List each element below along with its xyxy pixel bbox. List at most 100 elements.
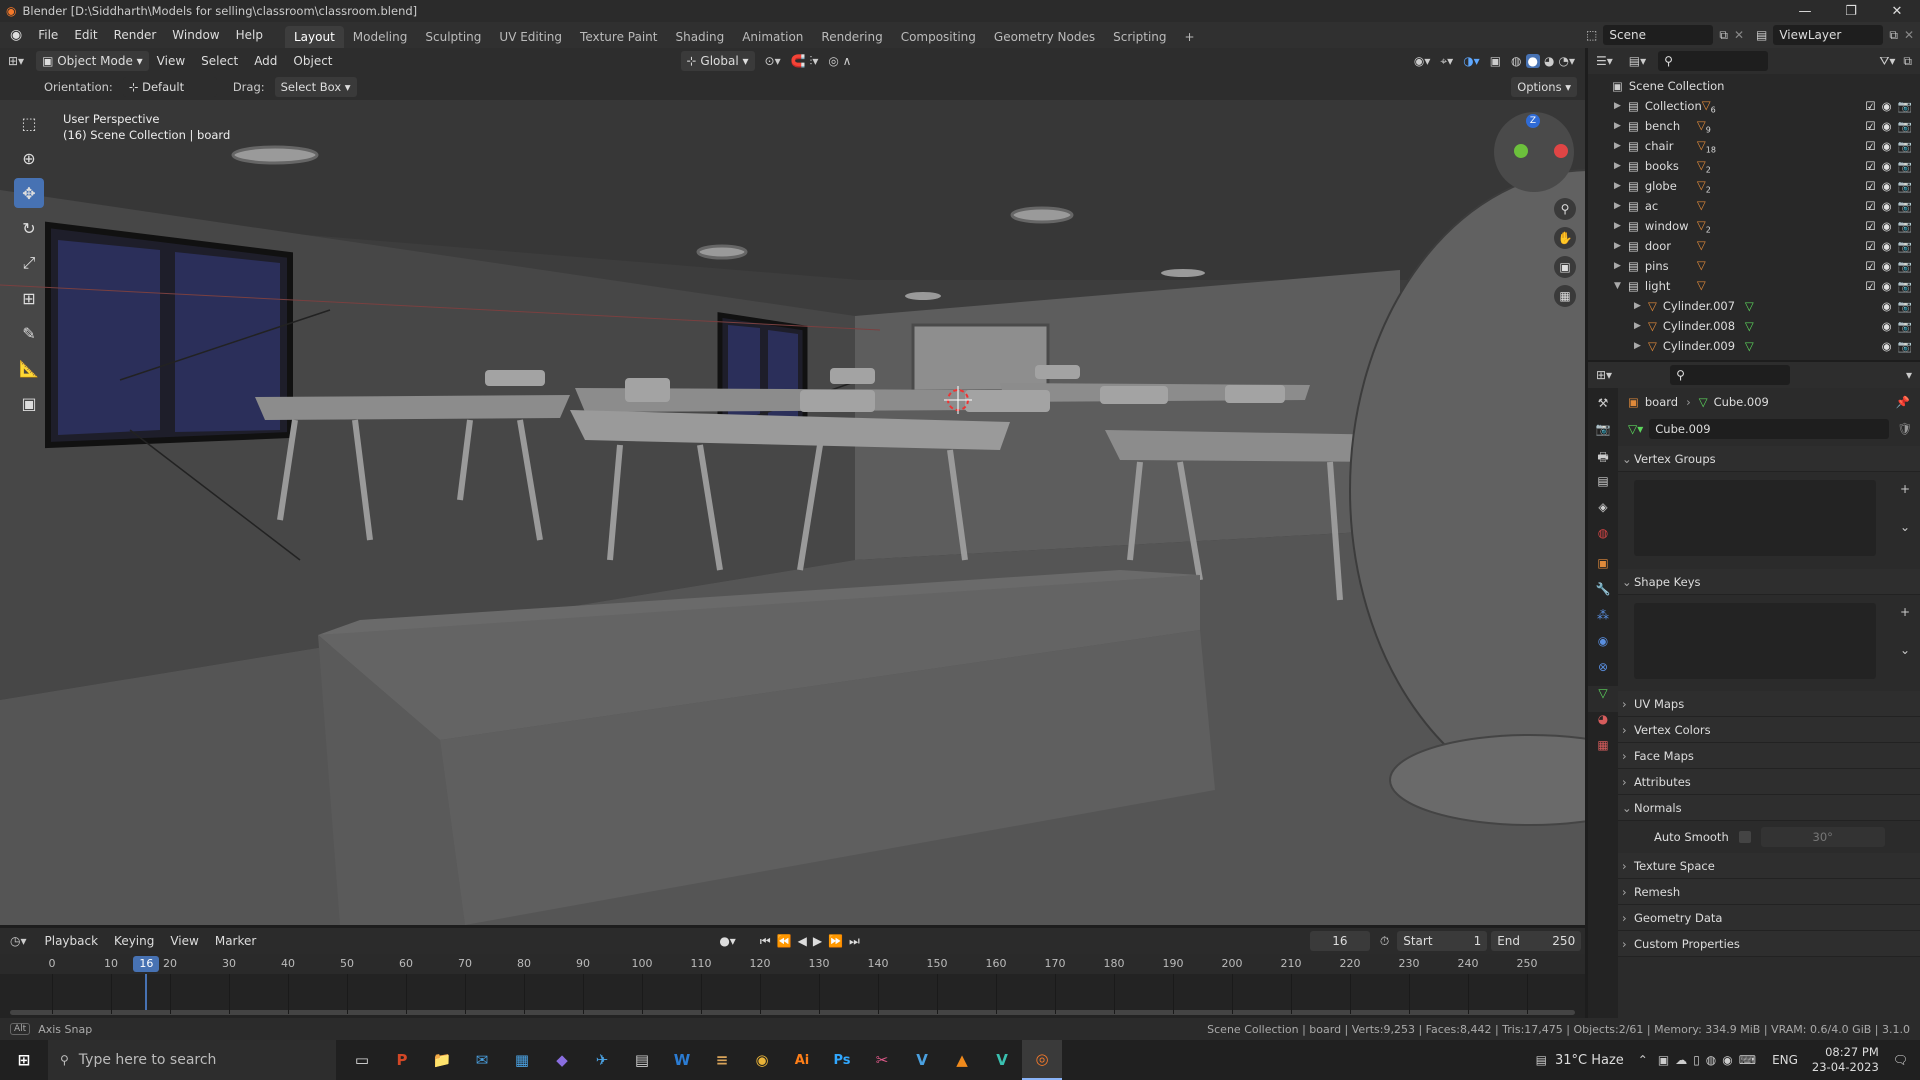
- properties-editor-icon[interactable]: ⊞▾: [1588, 368, 1620, 382]
- world-tab-icon[interactable]: ◍: [1588, 526, 1618, 556]
- panel-attributes[interactable]: › Attributes: [1618, 769, 1920, 795]
- viewport-menu-add[interactable]: Add: [246, 48, 285, 74]
- clock[interactable]: 08:27 PM 23-04-2023: [1812, 1045, 1879, 1075]
- scene-tab-icon[interactable]: ◈: [1588, 500, 1618, 526]
- tab-compositing[interactable]: Compositing: [892, 26, 985, 48]
- xray-icon[interactable]: ▣: [1490, 54, 1501, 68]
- delete-view-layer-icon[interactable]: ✕: [1904, 28, 1914, 42]
- exclude-checkbox-icon[interactable]: ☑: [1865, 139, 1875, 153]
- wireframe-shading-icon[interactable]: ◍: [1511, 54, 1521, 68]
- outliner-row[interactable]: ▶ ▤ ac ▽ ☑ ◉ 📷: [1588, 196, 1920, 216]
- ortho-toggle-icon[interactable]: ▦: [1554, 285, 1576, 307]
- stopwatch-icon[interactable]: ⏱: [1380, 934, 1389, 949]
- outliner-row[interactable]: ▶ ▽ Cylinder.007 ▽ ◉ 📷: [1588, 296, 1920, 316]
- render-camera-icon[interactable]: 📷: [1898, 139, 1912, 153]
- tab-texture-paint[interactable]: Texture Paint: [571, 26, 666, 48]
- menu-file[interactable]: File: [30, 22, 66, 48]
- outliner-row[interactable]: ▶ ▤ pins ▽ ☑ ◉ 📷: [1588, 256, 1920, 276]
- store-icon[interactable]: ▦: [502, 1040, 542, 1080]
- outliner-row[interactable]: ▶ ▤ chair ▽18 ☑ ◉ 📷: [1588, 136, 1920, 156]
- proportional-edit-icon[interactable]: ◎ ∧: [828, 54, 851, 68]
- panel-uv-maps[interactable]: › UV Maps: [1618, 691, 1920, 717]
- eye-icon[interactable]: ◉: [1882, 259, 1892, 273]
- chrome-icon[interactable]: ◉: [742, 1040, 782, 1080]
- shape-keys-listbox[interactable]: [1634, 603, 1876, 679]
- outliner-row[interactable]: ▶ ▤ window ▽2 ☑ ◉ 📷: [1588, 216, 1920, 236]
- measure-tool-icon[interactable]: 📐: [14, 353, 44, 383]
- view-layer-tab-icon[interactable]: ▤: [1588, 474, 1618, 500]
- scale-tool-icon[interactable]: ⤢: [14, 248, 44, 278]
- mesh-data-tab-icon[interactable]: ▽: [1588, 686, 1618, 712]
- editor-type-icon[interactable]: ⊞▾: [0, 54, 32, 68]
- object-tab-icon[interactable]: ▣: [1588, 556, 1618, 582]
- delete-scene-icon[interactable]: ✕: [1734, 28, 1744, 42]
- tab-uv-editing[interactable]: UV Editing: [490, 26, 571, 48]
- new-scene-icon[interactable]: ⧉: [1719, 28, 1728, 43]
- render-camera-icon[interactable]: 📷: [1898, 119, 1912, 133]
- outliner-row[interactable]: ▶ ▤ bench ▽9 ☑ ◉ 📷: [1588, 116, 1920, 136]
- eye-icon[interactable]: ◉: [1882, 139, 1892, 153]
- tab-shading[interactable]: Shading: [666, 26, 733, 48]
- app-plane-icon[interactable]: ✈: [582, 1040, 622, 1080]
- eye-icon[interactable]: ◉: [1882, 119, 1892, 133]
- orientation-dropdown[interactable]: ⊹ Default: [122, 77, 217, 97]
- pan-hand-icon[interactable]: ✋: [1554, 227, 1576, 249]
- view-layer-icon[interactable]: ▤: [1756, 28, 1767, 42]
- zoom-icon[interactable]: ⚲: [1554, 198, 1576, 220]
- exclude-checkbox-icon[interactable]: ☑: [1865, 99, 1875, 113]
- windows-start-icon[interactable]: ⊞: [0, 1040, 48, 1080]
- material-shading-icon[interactable]: ◕: [1544, 54, 1554, 68]
- gizmo-z-axis[interactable]: Z: [1526, 114, 1540, 128]
- exclude-checkbox-icon[interactable]: ☑: [1865, 239, 1875, 253]
- mesh-browse-icon[interactable]: ▽▾: [1628, 422, 1643, 436]
- jump-end-icon[interactable]: ⏭: [849, 934, 860, 949]
- navigation-gizmo[interactable]: Z: [1494, 112, 1574, 192]
- task-view-icon[interactable]: ▭: [342, 1040, 382, 1080]
- render-camera-icon[interactable]: 📷: [1898, 279, 1912, 293]
- expand-arrow-icon[interactable]: ▶: [1614, 101, 1628, 111]
- expand-arrow-icon[interactable]: ▶: [1634, 341, 1648, 351]
- expand-arrow-icon[interactable]: ▶: [1614, 201, 1628, 211]
- menu-window[interactable]: Window: [164, 22, 227, 48]
- fake-user-icon[interactable]: 🛡: [1897, 422, 1912, 436]
- close-button[interactable]: ✕: [1874, 4, 1920, 19]
- play-reverse-icon[interactable]: ◀: [798, 934, 807, 948]
- word-icon[interactable]: W: [662, 1040, 702, 1080]
- end-frame-field[interactable]: End 250: [1491, 931, 1582, 951]
- move-tool-icon[interactable]: ✥: [14, 178, 44, 208]
- render-camera-icon[interactable]: 📷: [1898, 99, 1912, 113]
- expand-arrow-icon[interactable]: ▼: [1614, 281, 1628, 291]
- app-v-icon[interactable]: V: [902, 1040, 942, 1080]
- physics-tab-icon[interactable]: ◉: [1588, 634, 1618, 660]
- play-icon[interactable]: ▶: [813, 934, 822, 948]
- expand-arrow-icon[interactable]: ▶: [1614, 121, 1628, 131]
- panel-remesh[interactable]: › Remesh: [1618, 879, 1920, 905]
- pivot-icon[interactable]: ⊙▾: [765, 54, 781, 68]
- illustrator-icon[interactable]: Ai: [782, 1040, 822, 1080]
- drag-dropdown[interactable]: Select Box ▾: [274, 77, 357, 97]
- shape-keys-list[interactable]: + ⌄: [1618, 595, 1920, 691]
- panel-vertex-colors[interactable]: › Vertex Colors: [1618, 717, 1920, 743]
- panel-geometry-data[interactable]: › Geometry Data: [1618, 905, 1920, 931]
- output-tab-icon[interactable]: 🖶: [1588, 448, 1618, 474]
- tab-modeling[interactable]: Modeling: [344, 26, 417, 48]
- weather-text[interactable]: 31°C Haze: [1555, 1053, 1624, 1068]
- add-cube-tool-icon[interactable]: ▣: [14, 388, 44, 418]
- render-camera-icon[interactable]: 📷: [1898, 339, 1912, 353]
- mesh-name-field[interactable]: Cube.009: [1649, 419, 1890, 439]
- expand-arrow-icon[interactable]: ▶: [1614, 181, 1628, 191]
- timeline-scrollbar[interactable]: [10, 1010, 1575, 1015]
- panel-shape-keys[interactable]: ⌄ Shape Keys: [1618, 569, 1920, 595]
- timeline-area[interactable]: 0 10 20 30 40 50 60 70 80 90 100 110 120 130 140 150 160…: [0, 954, 1585, 1018]
- tab-layout[interactable]: Layout: [284, 26, 344, 48]
- cursor-tool-icon[interactable]: ⊕: [14, 143, 44, 173]
- pin-icon[interactable]: 📌: [1896, 395, 1910, 409]
- photoshop-icon[interactable]: Ps: [822, 1040, 862, 1080]
- blender-menu-icon[interactable]: ◉: [0, 27, 30, 43]
- mode-dropdown[interactable]: ▣ Object Mode ▾: [36, 51, 149, 71]
- outliner-row[interactable]: ▶ ▤ books ▽2 ☑ ◉ 📷: [1588, 156, 1920, 176]
- vertex-group-menu-icon[interactable]: ⌄: [1900, 520, 1910, 534]
- minimize-button[interactable]: —: [1782, 4, 1828, 19]
- auto-smooth-checkbox[interactable]: [1738, 831, 1751, 843]
- app-printer-icon[interactable]: ▤: [622, 1040, 662, 1080]
